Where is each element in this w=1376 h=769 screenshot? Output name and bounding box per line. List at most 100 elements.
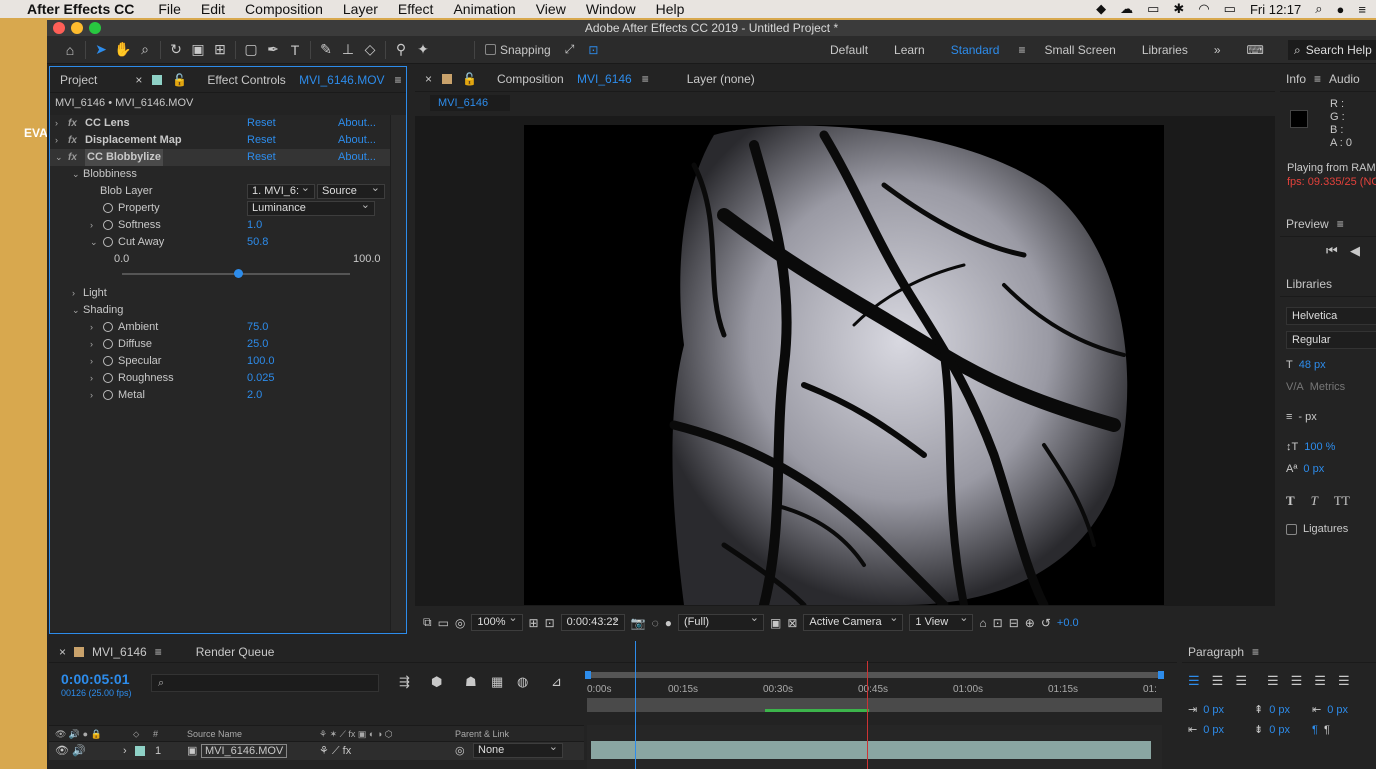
- vertical-scale-value[interactable]: 100 %: [1304, 441, 1335, 453]
- brush-tool-icon[interactable]: ✎: [315, 40, 337, 60]
- fx-icon[interactable]: fx: [68, 115, 77, 132]
- blob-layer-source-dropdown[interactable]: Source: [317, 182, 385, 199]
- reset-button[interactable]: Reset: [247, 115, 276, 132]
- tab-effect-controls[interactable]: Effect Controls MVI_6146.MOV: [197, 73, 384, 87]
- transparency-grid-icon[interactable]: ⊠: [787, 616, 797, 630]
- frame-blending-icon[interactable]: ▦: [491, 674, 503, 690]
- work-area-end-handle[interactable]: [1158, 671, 1164, 679]
- group-light[interactable]: › Light: [50, 285, 390, 302]
- chevron-down-icon[interactable]: ⌄: [72, 166, 80, 183]
- tab-audio[interactable]: Audio: [1329, 72, 1360, 86]
- chevron-right-icon[interactable]: ›: [55, 115, 58, 132]
- justify-last-right-icon[interactable]: ☰: [1314, 673, 1326, 689]
- pan-behind-tool-icon[interactable]: ⊞: [209, 40, 231, 60]
- cut-away-value[interactable]: 50.8: [247, 234, 268, 251]
- workspace-edit-icon[interactable]: ⌨: [1234, 43, 1277, 57]
- slider-knob[interactable]: [233, 269, 243, 278]
- layer-switches[interactable]: ⚘ ⟋ fx: [319, 742, 351, 760]
- effect-cc-lens[interactable]: › fx CC Lens Reset About...: [50, 115, 390, 132]
- snapping-checkbox[interactable]: [485, 44, 496, 55]
- region-of-interest-icon[interactable]: ▣: [770, 616, 781, 630]
- layer-color-label[interactable]: [135, 746, 145, 756]
- app-menu[interactable]: After Effects CC: [14, 1, 148, 17]
- zoom-window-button[interactable]: [89, 22, 101, 34]
- effect-displacement-map[interactable]: › fx Displacement Map Reset About...: [50, 132, 390, 149]
- stroke-width-value[interactable]: - px: [1298, 411, 1316, 423]
- faux-italic-icon[interactable]: T: [1311, 493, 1318, 509]
- resolution-dropdown[interactable]: (Full): [678, 611, 765, 631]
- color-channels-icon[interactable]: ●: [665, 616, 672, 630]
- lock-icon[interactable]: 🔓: [462, 72, 477, 86]
- stopwatch-icon[interactable]: [103, 356, 113, 366]
- stopwatch-icon[interactable]: [103, 390, 113, 400]
- tab-layer[interactable]: Layer (none): [687, 72, 755, 86]
- parent-dropdown[interactable]: None: [473, 741, 563, 758]
- align-left-icon[interactable]: ☰: [1188, 673, 1200, 689]
- chevron-right-icon[interactable]: ›: [72, 285, 75, 302]
- reset-exposure-icon[interactable]: ↺: [1041, 616, 1051, 630]
- work-area-bar[interactable]: [587, 672, 1162, 678]
- timeline-current-time[interactable]: 0:00:05:01: [61, 671, 130, 687]
- comp-mini-flowchart-icon[interactable]: ⇶: [399, 674, 410, 690]
- wifi-icon[interactable]: ◠: [1198, 1, 1209, 17]
- composition-viewer[interactable]: [415, 116, 1275, 606]
- kerning-value[interactable]: Metrics: [1310, 381, 1345, 393]
- chevron-down-icon[interactable]: ⌄: [90, 234, 98, 251]
- align-right-icon[interactable]: ☰: [1235, 673, 1247, 689]
- close-icon[interactable]: ×: [59, 645, 66, 659]
- always-preview-icon[interactable]: ⧉: [423, 615, 432, 630]
- menu-effect[interactable]: Effect: [388, 1, 444, 17]
- justify-last-left-icon[interactable]: ☰: [1267, 673, 1279, 689]
- all-caps-icon[interactable]: TT: [1334, 493, 1350, 509]
- menu-layer[interactable]: Layer: [333, 1, 388, 17]
- comp-navigator-tab[interactable]: MVI_6146: [430, 95, 510, 111]
- chevron-right-icon[interactable]: ›: [90, 353, 93, 370]
- chevron-right-icon[interactable]: ›: [55, 132, 58, 149]
- fast-previews-icon[interactable]: ⊡: [993, 616, 1003, 630]
- notification-center-icon[interactable]: ≡: [1358, 2, 1366, 17]
- chevron-right-icon[interactable]: ›: [90, 387, 93, 404]
- pickwhip-icon[interactable]: ◎: [455, 742, 465, 760]
- view-layout-dropdown[interactable]: 1 View: [909, 611, 974, 631]
- faux-bold-icon[interactable]: T: [1286, 493, 1295, 509]
- menu-animation[interactable]: Animation: [443, 1, 525, 17]
- draft-3d-icon[interactable]: ⬢: [431, 674, 442, 690]
- stopwatch-icon[interactable]: [103, 322, 113, 332]
- ambient-value[interactable]: 75.0: [247, 319, 268, 336]
- label-icon[interactable]: ⬦: [133, 726, 139, 743]
- dropbox-icon[interactable]: ◆: [1096, 1, 1106, 17]
- flowchart-icon[interactable]: ⊕: [1025, 616, 1035, 630]
- workspace-default[interactable]: Default: [817, 43, 881, 57]
- layer-track-area[interactable]: [587, 725, 1162, 769]
- camera-dropdown[interactable]: Active Camera: [803, 611, 904, 631]
- timeline-search-input[interactable]: ⌕: [151, 674, 379, 692]
- property-dropdown[interactable]: Luminance: [247, 199, 375, 216]
- panel-menu-icon[interactable]: ≡: [1314, 72, 1321, 86]
- panel-menu-icon[interactable]: ≡: [395, 73, 402, 87]
- layer-name[interactable]: MVI_6146.MOV: [201, 744, 288, 758]
- tab-timeline-comp[interactable]: MVI_6146: [92, 645, 147, 659]
- tab-composition[interactable]: Composition MVI_6146: [487, 72, 632, 86]
- close-icon[interactable]: ×: [135, 73, 142, 87]
- workspace-menu-icon[interactable]: ≡: [1012, 43, 1031, 57]
- time-ruler[interactable]: 0:00s 00:15s 00:30s 00:45s 01:00s 01:15s 01:: [585, 671, 1167, 712]
- siri-icon[interactable]: ●: [1337, 2, 1345, 17]
- baseline-shift-value[interactable]: 0 px: [1303, 463, 1324, 475]
- search-help-field[interactable]: ⌕ Search Help: [1288, 40, 1376, 60]
- region-icon[interactable]: ⊡: [545, 616, 555, 630]
- effect-controls-scrollbar[interactable]: [390, 115, 406, 631]
- space-after-value[interactable]: 0 px: [1269, 724, 1290, 736]
- panel-menu-icon[interactable]: ≡: [155, 645, 162, 659]
- roughness-value[interactable]: 0.025: [247, 370, 275, 387]
- group-blobbiness[interactable]: ⌄ Blobbiness: [50, 166, 390, 183]
- effect-cc-blobbylize[interactable]: ⌄ fx CC Blobbylize Reset About...: [50, 149, 390, 166]
- graph-editor-icon[interactable]: ⊿: [551, 674, 562, 690]
- spotlight-icon[interactable]: ⌕: [1315, 1, 1322, 17]
- zoom-tool-icon[interactable]: ⌕: [134, 40, 156, 60]
- chevron-down-icon[interactable]: ⌄: [72, 302, 80, 319]
- justify-all-icon[interactable]: ☰: [1338, 673, 1350, 689]
- first-line-value[interactable]: 0 px: [1327, 704, 1348, 716]
- rotation-tool-icon[interactable]: ↻: [165, 40, 187, 60]
- workspace-libraries[interactable]: Libraries: [1129, 43, 1201, 57]
- chevron-right-icon[interactable]: ›: [90, 370, 93, 387]
